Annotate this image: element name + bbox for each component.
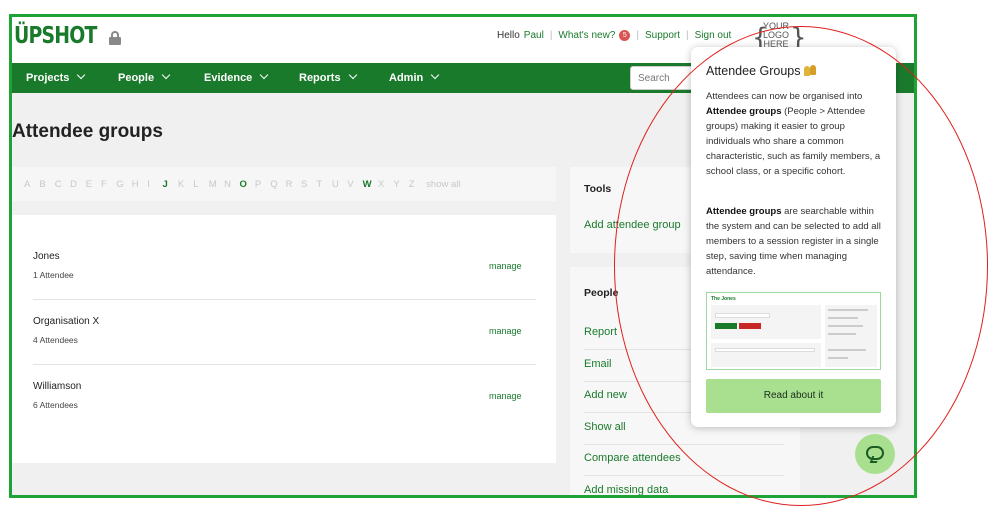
letter-filter-x: X	[377, 179, 385, 190]
sign-out-link[interactable]: Sign out	[695, 30, 732, 41]
manage-link[interactable]: manage	[489, 326, 522, 336]
whats-new-popup: Attendee Groups Attendees can now be org…	[691, 47, 896, 427]
letter-filter-d: D	[70, 179, 78, 190]
letter-filter-u: U	[331, 179, 339, 190]
compare-attendees-link[interactable]: Compare attendees	[584, 452, 681, 464]
letter-filter-o[interactable]: O	[239, 179, 254, 190]
list-item: Organisation X 4 Attendees manage	[33, 316, 536, 381]
letter-filter-t: T	[316, 179, 323, 190]
alphabet-filter: A B C D E F G H I J K L M N O P Q R S T U V W X Y Zshow all	[12, 167, 556, 201]
popup-paragraph-1: Attendees can now be organised into Atte…	[706, 91, 881, 177]
email-link[interactable]: Email	[584, 358, 612, 370]
letter-filter-f: F	[100, 179, 107, 190]
letter-filter-y: Y	[393, 179, 400, 190]
tools-title: Tools	[584, 183, 612, 195]
report-link[interactable]: Report	[584, 326, 617, 338]
divider	[33, 299, 536, 300]
lock-icon	[108, 30, 121, 45]
show-all-link[interactable]: Show all	[584, 421, 626, 433]
manage-link[interactable]: manage	[489, 261, 522, 271]
letter-filter-j[interactable]: J	[163, 179, 178, 190]
letter-filter-g: G	[116, 179, 124, 190]
chat-bubble-icon	[866, 446, 884, 460]
divider	[584, 475, 784, 476]
read-about-it-button[interactable]: Read about it	[706, 379, 881, 413]
logo-text: ÜPSHOT	[14, 23, 97, 49]
group-count: 1 Attendee	[33, 270, 74, 280]
user-name-link[interactable]: Paul	[524, 30, 544, 41]
group-name: Organisation X	[33, 316, 100, 327]
group-name: Jones	[33, 251, 60, 262]
separator: |	[686, 30, 689, 41]
whats-new-link[interactable]: What's new?	[558, 30, 615, 41]
chat-button[interactable]	[855, 434, 895, 474]
add-missing-data-link[interactable]: Add missing data	[584, 484, 668, 495]
group-count: 4 Attendees	[33, 335, 78, 345]
nav-projects[interactable]: Projects	[26, 63, 86, 93]
separator: |	[549, 30, 553, 41]
popup-paragraph-2: Attendee groups are searchable within th…	[706, 206, 881, 277]
letter-filter-v: V	[347, 179, 354, 190]
divider	[584, 444, 784, 445]
letter-filter-i: I	[147, 179, 150, 190]
popup-title: Attendee Groups	[706, 63, 817, 78]
letter-filter-q: Q	[270, 179, 278, 190]
group-count: 6 Attendees	[33, 400, 78, 410]
support-link[interactable]: Support	[645, 30, 680, 41]
group-name: Williamson	[33, 381, 82, 392]
nav-people[interactable]: People	[118, 63, 171, 93]
manage-link[interactable]: manage	[489, 391, 522, 401]
letter-filter-p: P	[254, 179, 262, 190]
people-title: People	[584, 287, 619, 299]
letter-filter-b: B	[39, 179, 46, 190]
letter-filter-h: H	[131, 179, 139, 190]
letter-filter-z: Z	[408, 179, 415, 190]
group-list: Jones 1 Attendee manage Organisation X 4…	[12, 215, 556, 463]
list-item: Williamson 6 Attendees manage	[33, 381, 536, 446]
your-logo-text: YOUR LOGO HERE	[762, 21, 789, 49]
letter-filter-c: C	[54, 179, 62, 190]
add-new-link[interactable]: Add new	[584, 389, 627, 401]
letter-filter-a: A	[24, 179, 31, 190]
user-links: Hello Paul | What's new? 5 | Support | S…	[497, 30, 731, 41]
letter-filter-w[interactable]: W	[363, 179, 378, 190]
nav-reports[interactable]: Reports	[299, 63, 357, 93]
list-item: Jones 1 Attendee manage	[33, 251, 536, 316]
letter-filter-n: N	[224, 179, 231, 190]
nav-evidence[interactable]: Evidence	[204, 63, 269, 93]
divider	[33, 364, 536, 365]
letter-filter-m: M	[208, 179, 217, 190]
show-all-link[interactable]: show all	[426, 179, 460, 190]
letter-filter-l: L	[193, 179, 199, 190]
chevron-down-icon	[348, 70, 357, 80]
letter-filter-s: S	[301, 179, 308, 190]
upshot-logo[interactable]: ÜPSHOT	[14, 23, 121, 49]
greeting: Hello	[497, 30, 520, 41]
feature-screenshot-thumbnail: The Jones	[706, 292, 881, 370]
nav-admin[interactable]: Admin	[389, 63, 440, 93]
whats-new-badge: 5	[619, 30, 631, 41]
chevron-down-icon	[430, 70, 440, 80]
separator: |	[636, 30, 639, 41]
page-title: Attendee groups	[12, 121, 163, 142]
letter-filter-r: R	[285, 179, 293, 190]
chevron-down-icon	[77, 70, 86, 80]
chevron-down-icon	[260, 70, 269, 80]
people-emoji-icon	[803, 64, 817, 76]
chevron-down-icon	[161, 70, 171, 80]
letter-filter-k: K	[177, 179, 185, 190]
letter-filter-e: E	[85, 179, 92, 190]
add-attendee-group-link[interactable]: Add attendee group	[584, 219, 681, 231]
